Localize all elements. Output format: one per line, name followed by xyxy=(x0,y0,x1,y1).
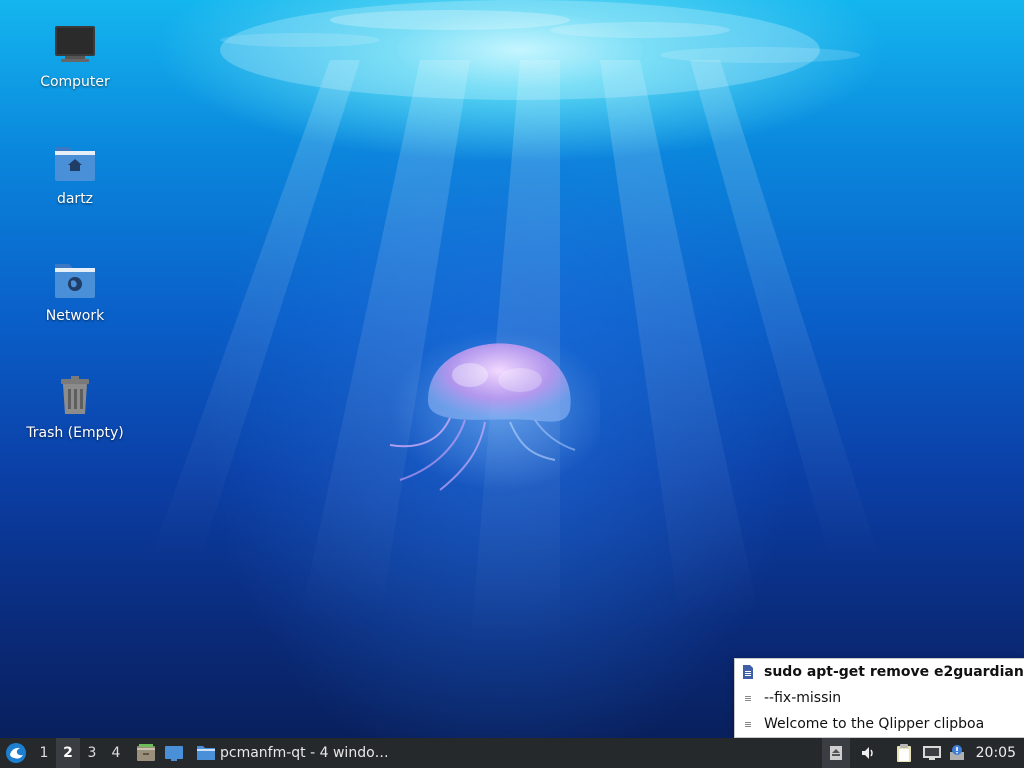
desktop-icon-network[interactable]: Network xyxy=(15,256,135,324)
clipboard-item[interactable]: --fix-missin xyxy=(735,685,1024,711)
lxqt-menu-icon xyxy=(6,743,26,763)
volume-icon xyxy=(861,747,873,759)
eject-icon xyxy=(829,746,842,760)
clipboard-item-label: Welcome to the Qlipper clipboa xyxy=(764,716,985,732)
show-desktop-icon xyxy=(165,746,183,761)
desktop-icon-computer[interactable]: Computer xyxy=(15,22,135,90)
file-manager-launcher[interactable] xyxy=(132,738,160,768)
desktop-icon-label: Network xyxy=(45,308,105,324)
clipboard-item[interactable]: sudo apt-get remove e2guardian xyxy=(735,659,1024,685)
workspace-3-button[interactable]: 3 xyxy=(80,738,104,768)
network-tray-button[interactable] xyxy=(918,738,946,768)
clipboard-item-label: --fix-missin xyxy=(764,690,842,706)
network-folder-icon xyxy=(55,264,95,298)
clipboard-icon xyxy=(896,744,911,762)
tray-expand-button[interactable] xyxy=(821,738,850,768)
file-manager-icon xyxy=(137,744,155,761)
desktop-icon-label: dartz xyxy=(56,191,94,207)
system-tray: 20:05 xyxy=(821,738,1024,768)
desktop-icon-trash[interactable]: Trash (Empty) xyxy=(15,373,135,441)
computer-icon xyxy=(55,26,95,62)
clipboard-history-menu: sudo apt-get remove e2guardian --fix-mis… xyxy=(734,658,1024,738)
jellyfish-wallpaper-image xyxy=(389,330,600,491)
text-snippet-icon xyxy=(745,722,751,727)
task-label: pcmanfm-qt - 4 windo… xyxy=(220,745,389,761)
desktop-icon-label: Computer xyxy=(40,74,110,90)
clipboard-item[interactable]: Welcome to the Qlipper clipboa xyxy=(735,711,1024,737)
desktop-icon-label: Trash (Empty) xyxy=(26,425,124,441)
text-snippet-icon xyxy=(745,696,751,701)
home-folder-icon xyxy=(55,147,95,181)
workspace-1-button[interactable]: 1 xyxy=(32,738,56,768)
task-pcmanfm-qt[interactable]: pcmanfm-qt - 4 windo… xyxy=(188,738,397,768)
workspace-2-button[interactable]: 2 xyxy=(56,738,80,768)
document-icon xyxy=(743,665,753,679)
trash-icon xyxy=(61,376,89,414)
folder-icon xyxy=(197,746,215,760)
desktop: Computer dartz Network Trash (Empty) xyxy=(0,0,1024,738)
clock[interactable]: 20:05 xyxy=(970,745,1024,761)
update-notifier-button[interactable] xyxy=(946,738,970,768)
update-notifier-icon xyxy=(949,745,964,760)
clipboard-item-label: sudo apt-get remove e2guardian xyxy=(764,664,1024,680)
workspace-4-button[interactable]: 4 xyxy=(104,738,128,768)
network-icon xyxy=(922,746,941,760)
taskbar: 1 2 3 4 pcmanfm-qt - 4 windo… 20:05 xyxy=(0,738,1024,768)
volume-button[interactable] xyxy=(854,738,882,768)
clipboard-tray-button[interactable] xyxy=(890,738,918,768)
start-menu-button[interactable] xyxy=(0,738,32,768)
show-desktop-button[interactable] xyxy=(160,738,188,768)
desktop-icon-home[interactable]: dartz xyxy=(15,139,135,207)
